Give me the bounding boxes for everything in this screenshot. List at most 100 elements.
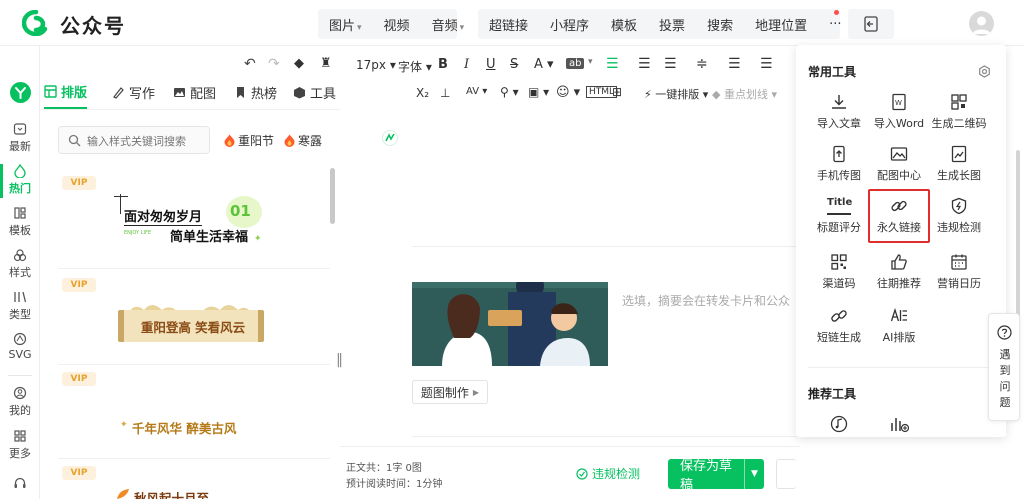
tool-channel-code[interactable]: 渠道码 [808,253,870,291]
avatar[interactable] [969,11,994,36]
sparkle-icon: ✦ [254,234,262,244]
undo-icon[interactable]: ↶ [244,56,256,72]
tab-tools[interactable]: 工具 [293,76,336,109]
tool-past-recommend[interactable]: 往期推荐 [868,253,930,291]
music-note-icon[interactable] [830,415,848,433]
style-card-2[interactable]: VIP 重阳登高 笑看风云 [58,272,330,360]
style-search-box [58,126,210,154]
nav-item-svg[interactable]: SVG [0,332,40,361]
brand-logo-icon[interactable] [10,82,31,103]
panel-resize-handle[interactable]: ‖ [336,352,343,368]
tab-writing[interactable]: 写作 [112,76,155,109]
line-height-icon[interactable]: ≑ [696,56,708,72]
menu-template[interactable]: 模板 [600,15,648,34]
letter-spacing-icon[interactable]: AV ▾ [466,86,487,97]
secondary-button[interactable] [776,459,796,489]
nav-item-style[interactable]: 样式 [0,248,40,280]
gear-icon[interactable] [978,65,991,78]
tool-import-article[interactable]: 导入文章 [808,93,870,131]
format-painter-icon[interactable]: ♜ [320,56,332,71]
headset-icon[interactable] [13,476,27,490]
cover-design-button[interactable]: 题图制作 ▶ [412,380,488,404]
menu-video[interactable]: 视频 [373,15,421,34]
menu-image[interactable]: 图片 ▾ [318,15,373,34]
compliance-check-link[interactable]: 违规检测 [576,465,640,482]
menu-hyperlink[interactable]: 超链接 [478,15,539,34]
image-icon [174,88,185,97]
vip-badge: VIP [62,372,96,386]
one-click-layout-button[interactable]: ⚡ 一键排版 ▾ [644,86,708,102]
hot-tag-chongyang[interactable]: 重阳节 [224,132,274,149]
font-family-select[interactable]: 字体 ▾ [398,58,432,75]
shield-icon [951,197,967,215]
menu-vote[interactable]: 投票 [648,15,696,34]
leaf-icon [117,489,129,499]
tool-long-image[interactable]: 生成长图 [928,145,990,183]
align-center-icon[interactable]: ☰ [664,56,677,72]
style-panel-scrollbar[interactable] [330,168,335,224]
subscript-icon[interactable]: X₂ [416,86,429,100]
chevron-down-icon[interactable]: ▾ [588,57,593,67]
tab-layout[interactable]: 排版 [44,76,88,109]
nav-item-latest[interactable]: 最新 [0,122,40,154]
nav-item-mine[interactable]: 我的 [0,386,40,418]
tool-marketing-calendar[interactable]: 营销日历 [928,253,990,291]
clear-format-icon[interactable]: ⊥ [440,86,450,100]
help-tab[interactable]: 遇到问题 [988,313,1020,421]
strikethrough-icon[interactable]: S [510,57,518,72]
style-card-1[interactable]: VIP 面对匆匆岁月 01 ENJOY LIFE 简单生活幸福 ✦ [58,168,330,264]
user-avatar-icon [972,16,991,34]
tool-import-word[interactable]: W 导入Word [868,93,930,131]
menu-miniprogram[interactable]: 小程序 [539,15,600,34]
list-icon[interactable]: ☰ [760,56,773,72]
nav-item-more[interactable]: 更多 [0,429,40,461]
cover-image[interactable] [412,282,608,366]
exit-button[interactable] [848,9,894,39]
chevron-down-icon[interactable]: ▼ [744,459,764,489]
font-size-select[interactable]: 17px ▾ [356,58,396,72]
hot-tag-hanlu[interactable]: 寒露 [284,132,322,149]
card-line2: 简单生活幸福 [170,230,249,245]
cover-summary-placeholder[interactable]: 选填，摘要会在转发卡片和公众 [622,292,790,309]
nav-item-hot[interactable]: 热门 [0,164,40,196]
menu-location[interactable]: 地理位置 [744,15,818,34]
tool-title-score[interactable]: Title 标题评分 [808,197,870,235]
emoji-icon[interactable]: ☺ ▾ [556,85,580,100]
background-color-icon[interactable]: ab [566,58,585,69]
redo-icon[interactable]: ↷ [268,56,280,72]
magic-wand-icon[interactable]: ⚲ ▾ [500,85,519,99]
chart-add-icon[interactable] [890,415,910,433]
style-card-3[interactable]: VIP ✦ 千年风华 醉美古风 [58,368,330,456]
toolbox-icon[interactable]: ⊞ [612,85,622,99]
eraser-icon[interactable]: ◆ [294,56,304,71]
indent-icon[interactable]: ☰ [638,56,651,72]
style-card-4[interactable]: VIP 秋风起十月至 [58,462,330,499]
nav-item-template[interactable]: 模板 [0,206,40,238]
style-panel: 排版 写作 配图 热榜 工具 重阳节 寒露 VIP [40,46,374,499]
card-deco-line [120,194,121,214]
underline-icon[interactable]: U [486,57,496,72]
page-scrollbar[interactable] [1016,150,1020,340]
style-search-input[interactable] [87,131,207,151]
notification-dot [834,10,839,15]
tab-hotlist[interactable]: 热榜 [234,76,277,109]
tab-image[interactable]: 配图 [173,76,216,109]
tool-phone-upload[interactable]: 手机传图 [808,145,870,183]
save-draft-button[interactable]: 保存为草稿 ▼ [668,459,764,493]
font-color-icon[interactable]: A ▾ [534,57,554,72]
menu-search[interactable]: 搜索 [696,15,744,34]
highlight-line-button[interactable]: ◆ 重点划线 ▾ [712,86,777,102]
align-left-icon[interactable]: ☰ [606,56,619,72]
tool-picture-center[interactable]: 配图中心 [868,145,930,183]
tool-short-link[interactable]: 短链生成 [808,307,870,345]
bold-icon[interactable]: B [438,57,448,72]
tool-qrcode[interactable]: 生成二维码 [928,93,990,131]
paragraph-spacing-icon[interactable]: ☰ [728,56,741,72]
nav-item-type[interactable]: 类型 [0,290,40,322]
image-insert-icon[interactable]: ▣ ▾ [528,85,549,99]
tool-compliance-check[interactable]: 违规检测 [928,197,990,235]
italic-icon[interactable]: I [464,57,469,72]
tool-ai-layout[interactable]: AI排版 [868,307,930,345]
menu-audio[interactable]: 音频 ▾ [421,15,476,34]
fire-icon [14,164,26,178]
